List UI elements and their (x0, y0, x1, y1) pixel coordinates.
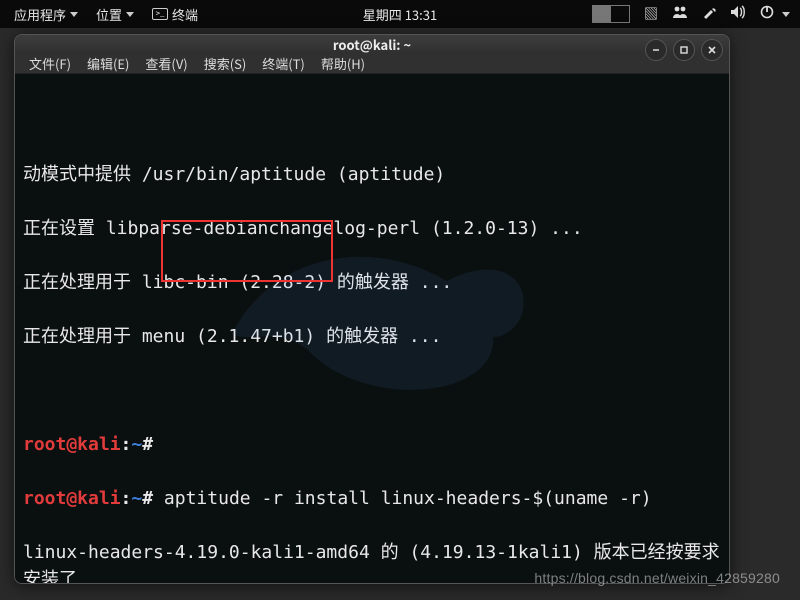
terminal-icon: >_ (152, 8, 168, 20)
prompt-user: root@kali (23, 434, 121, 455)
chevron-down-icon (126, 12, 134, 17)
watermark-text: https://blog.csdn.net/weixin_42859280 (534, 570, 780, 586)
places-label: 位置 (96, 5, 122, 24)
maximize-button[interactable] (673, 39, 695, 61)
term-line: 正在处理用于 libc-bin (2.28-2) 的触发器 ... (23, 269, 723, 296)
window-controls (645, 39, 723, 61)
prompt-path: ~ (131, 488, 142, 509)
command-text: aptitude -r install linux-headers-$(unam… (164, 488, 652, 509)
menu-terminal[interactable]: 终端(T) (254, 54, 313, 73)
term-line: 正在处理用于 menu (2.1.47+b1) 的触发器 ... (23, 323, 723, 350)
close-icon (707, 45, 717, 55)
titlebar[interactable]: root@kali: ~ (15, 35, 729, 54)
applications-label: 应用程序 (14, 5, 66, 24)
users-icon[interactable] (666, 4, 694, 24)
chevron-down-icon (782, 12, 790, 17)
workspace-2 (611, 6, 629, 22)
menu-edit[interactable]: 编辑(E) (79, 54, 137, 73)
term-line: 动模式中提供 /usr/bin/aptitude (aptitude) (23, 161, 723, 188)
prompt-line-empty: root@kali:~# (23, 431, 723, 458)
term-blank-line (23, 377, 723, 404)
volume-icon[interactable] (724, 4, 752, 24)
terminal-launcher[interactable]: >_ 终端 (144, 0, 206, 28)
clock[interactable]: 星期四 13:31 (363, 0, 437, 28)
maximize-icon (679, 45, 689, 55)
workspace-1 (593, 6, 611, 22)
close-button[interactable] (701, 39, 723, 61)
clock-text: 星期四 13:31 (363, 5, 437, 24)
workspace-switcher[interactable] (586, 0, 636, 28)
prompt-line-cmd: root@kali:~# aptitude -r install linux-h… (23, 485, 723, 512)
tool-icon[interactable] (696, 4, 722, 24)
term-line: 正在设置 libparse-debianchangelog-perl (1.2.… (23, 215, 723, 242)
window-title: root@kali: ~ (333, 35, 411, 54)
power-icon[interactable] (754, 4, 780, 24)
applications-menu[interactable]: 应用程序 (6, 0, 86, 28)
workspace-indicator (592, 5, 630, 23)
scrollbar-track[interactable] (717, 134, 727, 584)
prompt-user: root@kali (23, 488, 121, 509)
prompt-sep: : (121, 434, 132, 455)
menu-file[interactable]: 文件(F) (21, 54, 79, 73)
terminal-body[interactable]: 动模式中提供 /usr/bin/aptitude (aptitude) 正在设置… (15, 74, 729, 584)
minimize-icon (651, 45, 661, 55)
chevron-down-icon (70, 12, 78, 17)
prompt-path: ~ (131, 434, 142, 455)
recording-icon[interactable]: ▧ (638, 4, 664, 24)
menu-help[interactable]: 帮助(H) (313, 54, 373, 73)
top-panel: 应用程序 位置 >_ 终端 星期四 13:31 ▧ (0, 0, 800, 28)
terminal-launcher-label: 终端 (172, 5, 198, 24)
terminal-window: root@kali: ~ 文件(F) 编辑(E) 查看(V) 搜索(S) 终端(… (14, 34, 730, 584)
menubar: 文件(F) 编辑(E) 查看(V) 搜索(S) 终端(T) 帮助(H) (15, 54, 729, 74)
prompt-sep: : (121, 488, 132, 509)
minimize-button[interactable] (645, 39, 667, 61)
menu-view[interactable]: 查看(V) (137, 54, 195, 73)
prompt-hash: # (142, 488, 164, 509)
prompt-hash: # (142, 434, 164, 455)
places-menu[interactable]: 位置 (88, 0, 142, 28)
menu-search[interactable]: 搜索(S) (196, 54, 255, 73)
